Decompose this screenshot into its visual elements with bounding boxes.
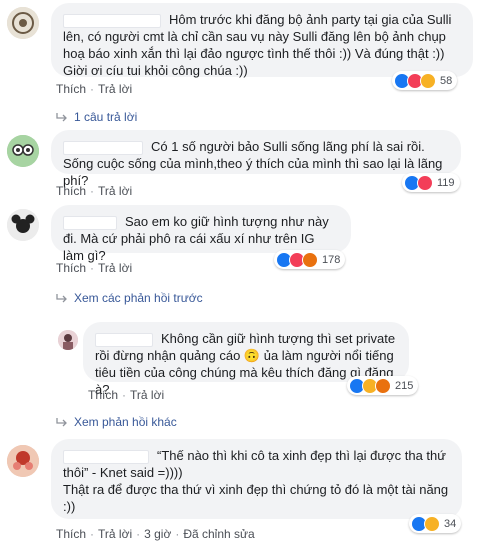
avatar[interactable] [7,7,39,39]
more-replies-text: Xem phản hồi khác [74,415,177,429]
reply-link[interactable]: Trả lời [98,184,132,198]
comment-bubble: Sao em ko giữ hình tượng như này đi. Mà … [51,205,351,263]
like-link[interactable]: Thích [56,184,86,198]
comment-actions: Thích · Trả lời [56,261,133,275]
avatar[interactable] [7,445,39,477]
reaction-count: 34 [444,517,457,530]
previous-replies-text: Xem các phản hồi trước [74,291,203,305]
comment-time[interactable]: 3 giờ [144,527,171,541]
avatar-image [58,330,78,350]
avatar-image [7,209,39,241]
reply-link[interactable]: Trả lời [98,527,132,541]
haha-reaction-icon [420,72,436,89]
comment-actions: Thích · Trả lời [56,82,133,96]
commenter-name[interactable] [63,215,117,230]
angry-reaction-icon [375,377,391,394]
avatar-image [7,7,39,39]
reply-arrow-icon [56,113,67,122]
avatar[interactable] [7,135,39,167]
comment-bubble: Có 1 số người bảo Sulli sống lãng phí là… [51,130,461,188]
haha-reaction-icon [424,515,440,532]
commenter-name[interactable] [95,332,153,347]
view-replies-link[interactable]: 1 câu trả lời [56,110,137,124]
avatar-image [7,445,39,477]
commenter-name[interactable] [63,140,143,155]
reply-link[interactable]: Trả lời [98,82,132,96]
like-link[interactable]: Thích [56,82,86,96]
reaction-summary[interactable]: 119 [402,173,460,192]
comment-actions: Thích · Trả lời [56,184,133,198]
view-replies-text: 1 câu trả lời [74,110,138,124]
reaction-summary[interactable]: 58 [392,71,458,90]
reply-bubble: Không cần giữ hình tượng thì set private… [83,322,409,397]
previous-replies-link[interactable]: Xem các phản hồi trước [56,291,203,305]
like-link[interactable]: Thích [88,388,118,402]
reaction-count: 58 [440,74,453,87]
reply-link[interactable]: Trả lời [130,388,164,402]
commenter-name[interactable] [63,449,149,464]
comment-bubble: Hôm trước khi đăng bộ ảnh party tại gia … [51,3,473,78]
reaction-summary[interactable]: 34 [409,514,462,533]
more-replies-link[interactable]: Xem phản hồi khác [56,415,177,429]
reaction-count: 178 [322,253,341,266]
like-link[interactable]: Thích [56,261,86,275]
reaction-summary[interactable]: 215 [347,376,419,395]
edited-label[interactable]: Đã chỉnh sửa [183,527,254,541]
reply-link[interactable]: Trả lời [98,261,132,275]
reply-arrow-icon [56,418,67,427]
reply-arrow-icon [56,294,67,303]
like-link[interactable]: Thích [56,527,86,541]
avatar-image [7,135,39,167]
comment-bubble: “Thế nào thì khi cô ta xinh đẹp thì lại … [51,439,462,519]
angry-reaction-icon [302,251,318,268]
reply-actions: Thích · Trả lời [88,388,165,402]
reaction-summary[interactable]: 178 [274,250,346,269]
avatar[interactable] [58,330,78,350]
reaction-count: 119 [437,176,455,189]
love-reaction-icon [417,174,433,191]
reaction-count: 215 [395,379,414,392]
comment-actions: Thích · Trả lời · 3 giờ · Đã chỉnh sửa [56,527,255,541]
avatar[interactable] [7,209,39,241]
commenter-name[interactable] [63,13,161,28]
